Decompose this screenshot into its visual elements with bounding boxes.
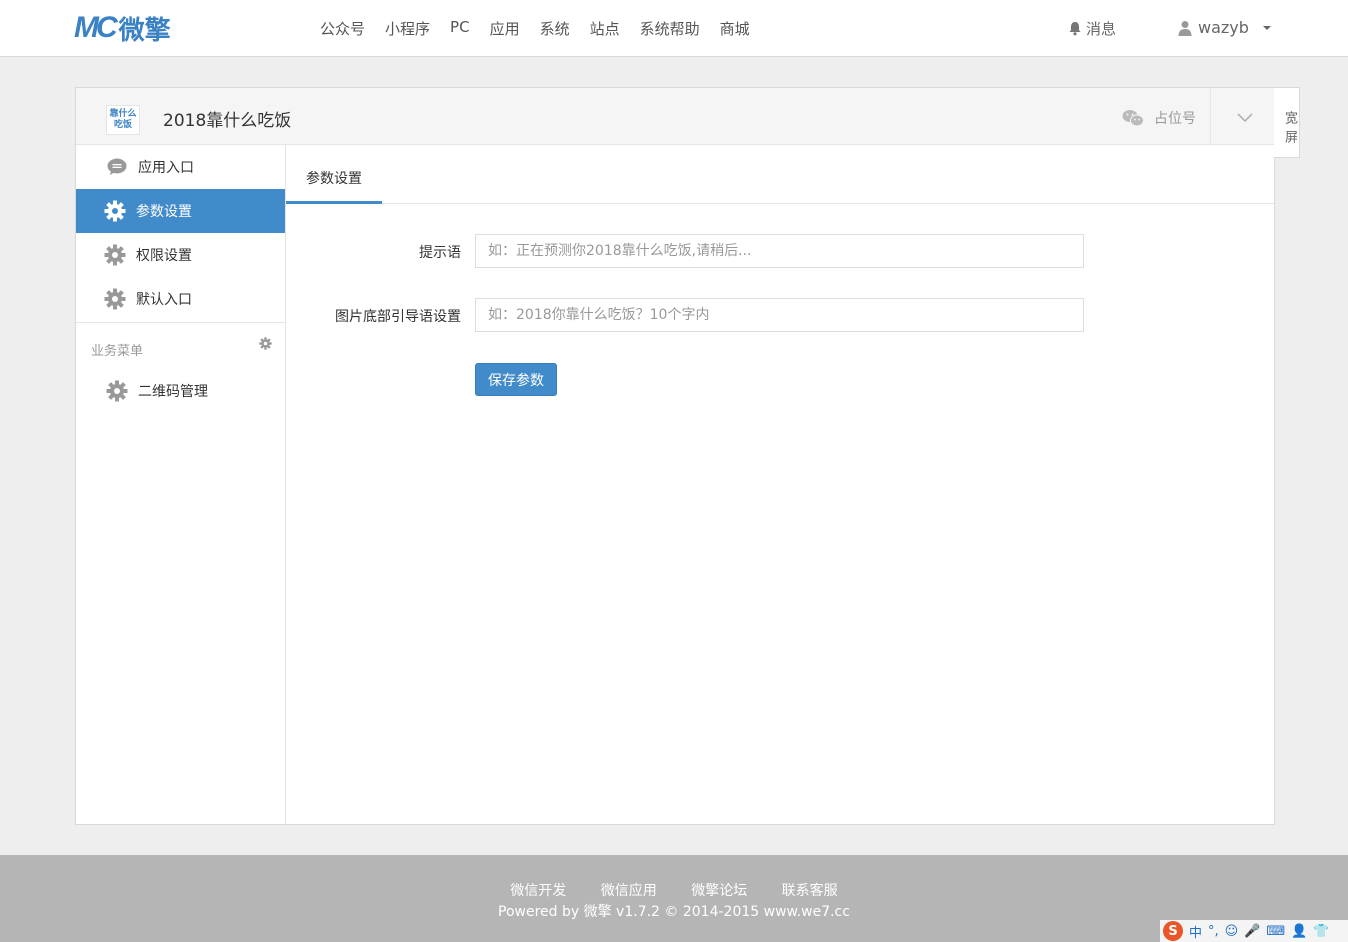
sidebar-item-default-entry[interactable]: 默认入口 bbox=[76, 277, 285, 321]
nav-item-store[interactable]: 商城 bbox=[720, 18, 750, 39]
brand-logo[interactable]: MC 微擎 bbox=[74, 11, 171, 46]
sidebar-item-label: 默认入口 bbox=[136, 292, 192, 308]
guide-text-input[interactable] bbox=[475, 298, 1084, 332]
comment-icon bbox=[106, 156, 128, 178]
sidebar-item-params[interactable]: 参数设置 bbox=[76, 189, 285, 233]
messages-label: 消息 bbox=[1086, 20, 1117, 38]
tip-input[interactable] bbox=[475, 234, 1084, 268]
chevron-down-icon[interactable] bbox=[1236, 108, 1254, 126]
messages-link[interactable]: 消息 bbox=[1068, 18, 1116, 39]
wechat-icon bbox=[1122, 110, 1144, 127]
sidebar: 应用入口 参数设置 权限设置 默认入口 业务菜单 二维码管理 bbox=[76, 145, 286, 824]
app-icon: 靠什么吃饭 bbox=[106, 105, 140, 135]
panel-header: 靠什么吃饭 2018靠什么吃饭 占位号 bbox=[76, 88, 1274, 145]
tab-bar: 参数设置 bbox=[286, 145, 1274, 204]
footer: 微信开发 微信应用 微擎论坛 联系客服 Powered by 微擎 v1.7.2… bbox=[0, 855, 1348, 942]
wide-screen-toggle[interactable]: 宽屏 bbox=[1274, 87, 1300, 158]
ime-mode-chinese[interactable]: 中 bbox=[1189, 922, 1202, 941]
sidebar-item-app-entry[interactable]: 应用入口 bbox=[76, 145, 285, 189]
gear-icon bbox=[104, 288, 126, 310]
ime-punctuation[interactable]: °, bbox=[1208, 924, 1219, 939]
main-panel: 靠什么吃饭 2018靠什么吃饭 占位号 应用入口 参数设置 权限设置 默认入口 … bbox=[75, 87, 1275, 825]
sidebar-item-qrcode[interactable]: 二维码管理 bbox=[76, 369, 285, 413]
ime-emoji-icon[interactable]: ☺ bbox=[1225, 924, 1239, 939]
nav-item-apps[interactable]: 应用 bbox=[490, 18, 520, 39]
username: wazyb bbox=[1198, 18, 1249, 37]
user-menu[interactable]: wazyb bbox=[1178, 18, 1271, 37]
brand-name: 微擎 bbox=[118, 15, 171, 46]
guide-text-label: 图片底部引导语设置 bbox=[335, 309, 461, 325]
sidebar-item-label: 参数设置 bbox=[136, 204, 192, 220]
tab-params[interactable]: 参数设置 bbox=[286, 145, 382, 204]
sidebar-item-permissions[interactable]: 权限设置 bbox=[76, 233, 285, 277]
account-label: 占位号 bbox=[1154, 111, 1196, 127]
footer-link-forum[interactable]: 微擎论坛 bbox=[691, 883, 747, 899]
footer-links: 微信开发 微信应用 微擎论坛 联系客服 bbox=[0, 880, 1348, 900]
nav-item-pc[interactable]: PC bbox=[450, 18, 470, 39]
header-divider bbox=[1210, 88, 1211, 145]
nav-item-miniapp[interactable]: 小程序 bbox=[385, 18, 430, 39]
ime-skin-icon[interactable]: 👕 bbox=[1313, 924, 1329, 939]
gear-icon bbox=[104, 244, 126, 266]
sidebar-divider bbox=[76, 322, 285, 323]
main-nav: 公众号 小程序 PC 应用 系统 站点 系统帮助 商城 bbox=[320, 18, 770, 39]
nav-item-help[interactable]: 系统帮助 bbox=[640, 18, 700, 39]
nav-item-system[interactable]: 系统 bbox=[540, 18, 570, 39]
footer-link-dev[interactable]: 微信开发 bbox=[510, 883, 566, 899]
sidebar-section-title: 业务菜单 bbox=[91, 344, 144, 359]
top-navbar: MC 微擎 公众号 小程序 PC 应用 系统 站点 系统帮助 商城 消息 waz… bbox=[0, 0, 1348, 57]
tip-label: 提示语 bbox=[419, 245, 461, 261]
user-icon bbox=[1178, 20, 1192, 36]
caret-down-icon bbox=[1262, 25, 1271, 30]
gear-icon bbox=[104, 200, 126, 222]
footer-link-support[interactable]: 联系客服 bbox=[782, 883, 838, 899]
content-area: 参数设置 提示语 图片底部引导语设置 保存参数 bbox=[286, 145, 1274, 824]
sogou-logo-icon[interactable]: S bbox=[1163, 921, 1183, 941]
bell-icon bbox=[1069, 22, 1081, 36]
section-settings-icon[interactable] bbox=[259, 337, 272, 350]
ime-user-icon[interactable]: 👤 bbox=[1291, 924, 1307, 939]
brand-mark: MC bbox=[74, 11, 118, 44]
app-title: 2018靠什么吃饭 bbox=[163, 111, 292, 131]
ime-toolbar: S 中 °, ☺ 🎤 ⌨ 👤 👕 bbox=[1160, 920, 1348, 942]
ime-keyboard-icon[interactable]: ⌨ bbox=[1266, 924, 1285, 939]
sidebar-item-label: 二维码管理 bbox=[138, 384, 208, 400]
footer-link-apps[interactable]: 微信应用 bbox=[601, 883, 657, 899]
ime-voice-icon[interactable]: 🎤 bbox=[1244, 924, 1260, 939]
sidebar-item-label: 应用入口 bbox=[138, 160, 194, 176]
nav-item-mp[interactable]: 公众号 bbox=[320, 18, 365, 39]
nav-item-site[interactable]: 站点 bbox=[590, 18, 620, 39]
sidebar-item-label: 权限设置 bbox=[136, 248, 192, 264]
footer-copyright: Powered by 微擎 v1.7.2 © 2014-2015 www.we7… bbox=[498, 904, 850, 920]
account-switch[interactable]: 占位号 bbox=[1122, 108, 1196, 128]
gear-icon bbox=[106, 380, 128, 402]
save-params-button[interactable]: 保存参数 bbox=[475, 363, 557, 396]
